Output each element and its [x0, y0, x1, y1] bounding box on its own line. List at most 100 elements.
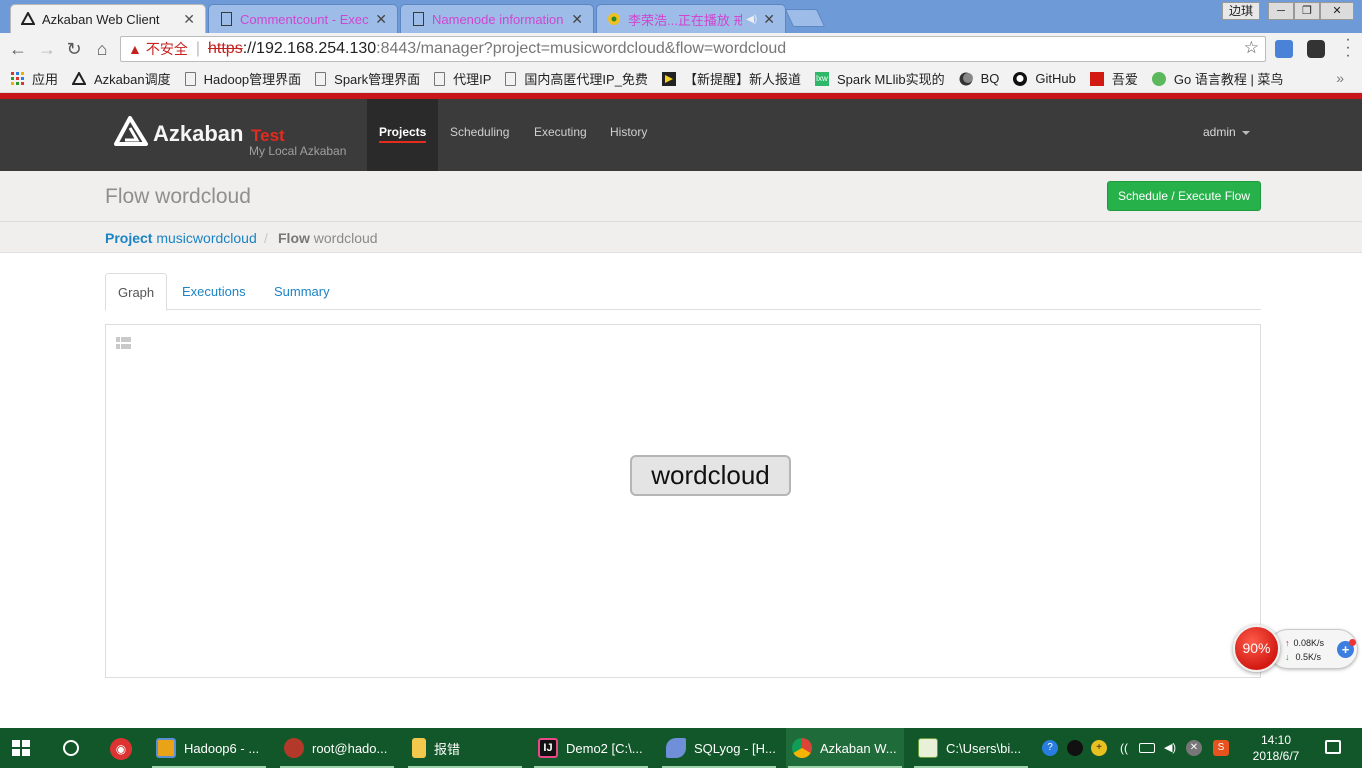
bookmark-anon-proxy[interactable]: 国内高匿代理IP_免费: [505, 69, 648, 88]
extension-icon[interactable]: [1307, 40, 1325, 58]
taskbar-app-folder[interactable]: 报错: [406, 728, 524, 768]
brand-name[interactable]: Azkaban: [153, 121, 243, 147]
job-list-toggle-icon[interactable]: [116, 337, 131, 349]
close-icon[interactable]: ✕: [763, 11, 775, 28]
bookmark-wuai[interactable]: 吾爱: [1089, 69, 1138, 88]
taskbar-clock[interactable]: 14:10 2018/6/7: [1246, 732, 1306, 764]
reload-icon[interactable]: ↻: [63, 38, 85, 60]
azkaban-logo-icon[interactable]: [113, 116, 149, 146]
tray-close-icon[interactable]: ✕: [1186, 740, 1202, 756]
page-icon: [184, 71, 196, 86]
vmware-icon: [156, 738, 176, 758]
close-icon[interactable]: ✕: [183, 11, 195, 28]
wifi-icon[interactable]: ((: [1116, 740, 1132, 756]
breadcrumb-flow-label: Flow: [278, 230, 310, 246]
browser-tab-music[interactable]: 李荣浩...正在播放 戒烟 ◀) ✕: [596, 4, 786, 33]
bookmark-azkaban[interactable]: Azkaban调度: [72, 69, 171, 88]
bookmark-proxy-ip[interactable]: 代理IP: [434, 69, 491, 88]
taskbar-app-label: root@hado...: [312, 740, 388, 756]
nav-history[interactable]: History: [598, 99, 659, 171]
upload-speed-value: 0.08K/s: [1293, 638, 1325, 648]
tray-star-icon[interactable]: +: [1091, 740, 1107, 756]
bookmark-new-reminder[interactable]: 【新提醒】新人报道: [661, 69, 801, 88]
translate-extension-icon[interactable]: [1275, 40, 1293, 58]
qq-icon[interactable]: [1067, 740, 1083, 756]
taskbar-app-intellij[interactable]: IJ Demo2 [C:\...: [532, 728, 650, 768]
folder-icon: [412, 738, 426, 758]
close-icon[interactable]: ✕: [375, 11, 387, 28]
sogou-input-icon[interactable]: S: [1213, 740, 1229, 756]
taskbar-app-notepad[interactable]: C:\Users\bi...: [912, 728, 1030, 768]
nav-scheduling[interactable]: Scheduling: [438, 99, 521, 171]
bookmark-label: Spark MLlib实现的: [836, 72, 945, 87]
warning-icon[interactable]: ▲: [128, 41, 142, 57]
insecure-label[interactable]: 不安全: [146, 39, 188, 59]
bookmark-bq[interactable]: BQ: [959, 71, 999, 86]
volume-icon[interactable]: ◀): [1162, 740, 1178, 756]
sqlyog-icon: [666, 738, 686, 758]
minimize-button[interactable]: ─: [1268, 2, 1294, 20]
back-icon[interactable]: ←: [7, 38, 29, 60]
restore-button[interactable]: ❐: [1294, 2, 1320, 20]
bookmarks-more-icon[interactable]: »: [1336, 70, 1344, 86]
tab-executions[interactable]: Executions: [170, 273, 258, 310]
notepad-icon: [918, 738, 938, 758]
user-name: admin: [1203, 125, 1236, 139]
page-icon: [315, 71, 327, 86]
action-center-icon[interactable]: [1325, 740, 1341, 754]
bookmark-spark-mllib[interactable]: lxw Spark MLlib实现的: [814, 69, 945, 88]
address-divider: |: [195, 40, 201, 57]
bookmark-star-icon[interactable]: ☆: [1244, 38, 1259, 58]
taskbar-app-label: Demo2 [C:\...: [566, 740, 643, 756]
home-icon[interactable]: ⌂: [91, 38, 113, 60]
battery-icon[interactable]: [1139, 743, 1155, 753]
forward-icon[interactable]: →: [36, 38, 58, 60]
bookmark-spark[interactable]: Spark管理界面: [315, 69, 420, 88]
tab-summary[interactable]: Summary: [262, 273, 342, 310]
netease-music-icon[interactable]: ◉: [110, 738, 132, 760]
taskbar-app-vmware[interactable]: Hadoop6 - ...: [150, 728, 268, 768]
network-speed-widget[interactable]: ↑ 0.08K/s ↓ 0.5K/s +: [1268, 629, 1358, 669]
url-host: ://192.168.254.130: [242, 40, 377, 57]
user-menu[interactable]: admin: [1203, 125, 1250, 139]
github-icon: [1013, 71, 1028, 86]
active-nav-underline: [379, 141, 427, 143]
browser-tab-azkaban[interactable]: Azkaban Web Client ✕: [10, 4, 206, 33]
cpu-gauge[interactable]: 90%: [1233, 625, 1280, 672]
bookmark-apps[interactable]: 应用: [10, 69, 58, 88]
cortana-icon[interactable]: [63, 740, 79, 756]
flow-node-wordcloud[interactable]: wordcloud: [630, 455, 791, 496]
bookmark-label: 【新提醒】新人报道: [683, 72, 801, 87]
nav-projects[interactable]: Projects: [367, 99, 439, 171]
runoob-icon: [1151, 71, 1166, 86]
browser-tab-namenode[interactable]: Namenode information ✕: [400, 4, 594, 33]
close-icon[interactable]: ✕: [571, 11, 583, 28]
speaker-icon[interactable]: ◀): [746, 14, 757, 25]
nav-executing[interactable]: Executing: [522, 99, 599, 171]
bookmark-go-tutorial[interactable]: Go 语言教程 | 菜鸟: [1151, 69, 1283, 88]
taskbar-app-sqlyog[interactable]: SQLyog - [H...: [660, 728, 778, 768]
upload-speed: ↑ 0.08K/s: [1285, 638, 1324, 648]
taskbar-app-chrome[interactable]: Azkaban W...: [786, 728, 904, 768]
breadcrumb-project-link[interactable]: Project musicwordcloud: [105, 230, 257, 246]
tab-graph[interactable]: Graph: [105, 273, 168, 311]
azkaban-navbar: Azkaban Test My Local Azkaban Projects S…: [0, 99, 1362, 171]
xshell-icon: [284, 738, 304, 758]
bookmark-hadoop[interactable]: Hadoop管理界面: [184, 69, 301, 88]
windows-start-icon[interactable]: [12, 740, 30, 756]
page-icon: [505, 71, 517, 86]
tray-app-icon[interactable]: ?: [1042, 740, 1058, 756]
intellij-icon: IJ: [538, 738, 558, 758]
window-profile-button[interactable]: 边琪: [1222, 2, 1261, 20]
flow-tabs: Graph Executions Summary: [105, 273, 1261, 311]
new-tab-button[interactable]: [784, 9, 826, 27]
menu-icon[interactable]: · · ·: [1343, 32, 1353, 64]
apps-grid-icon: [10, 72, 24, 86]
window-close-button[interactable]: ✕: [1320, 2, 1354, 20]
schedule-execute-flow-button[interactable]: Schedule / Execute Flow: [1107, 181, 1261, 211]
nav-label: Scheduling: [450, 125, 510, 139]
browser-tab-commentcount[interactable]: Commentcount - Execu ✕: [208, 4, 398, 33]
address-bar[interactable]: ▲ 不安全 | https://192.168.254.130:8443/man…: [120, 36, 1266, 62]
taskbar-app-xshell[interactable]: root@hado...: [278, 728, 396, 768]
bookmark-github[interactable]: GitHub: [1013, 71, 1076, 86]
